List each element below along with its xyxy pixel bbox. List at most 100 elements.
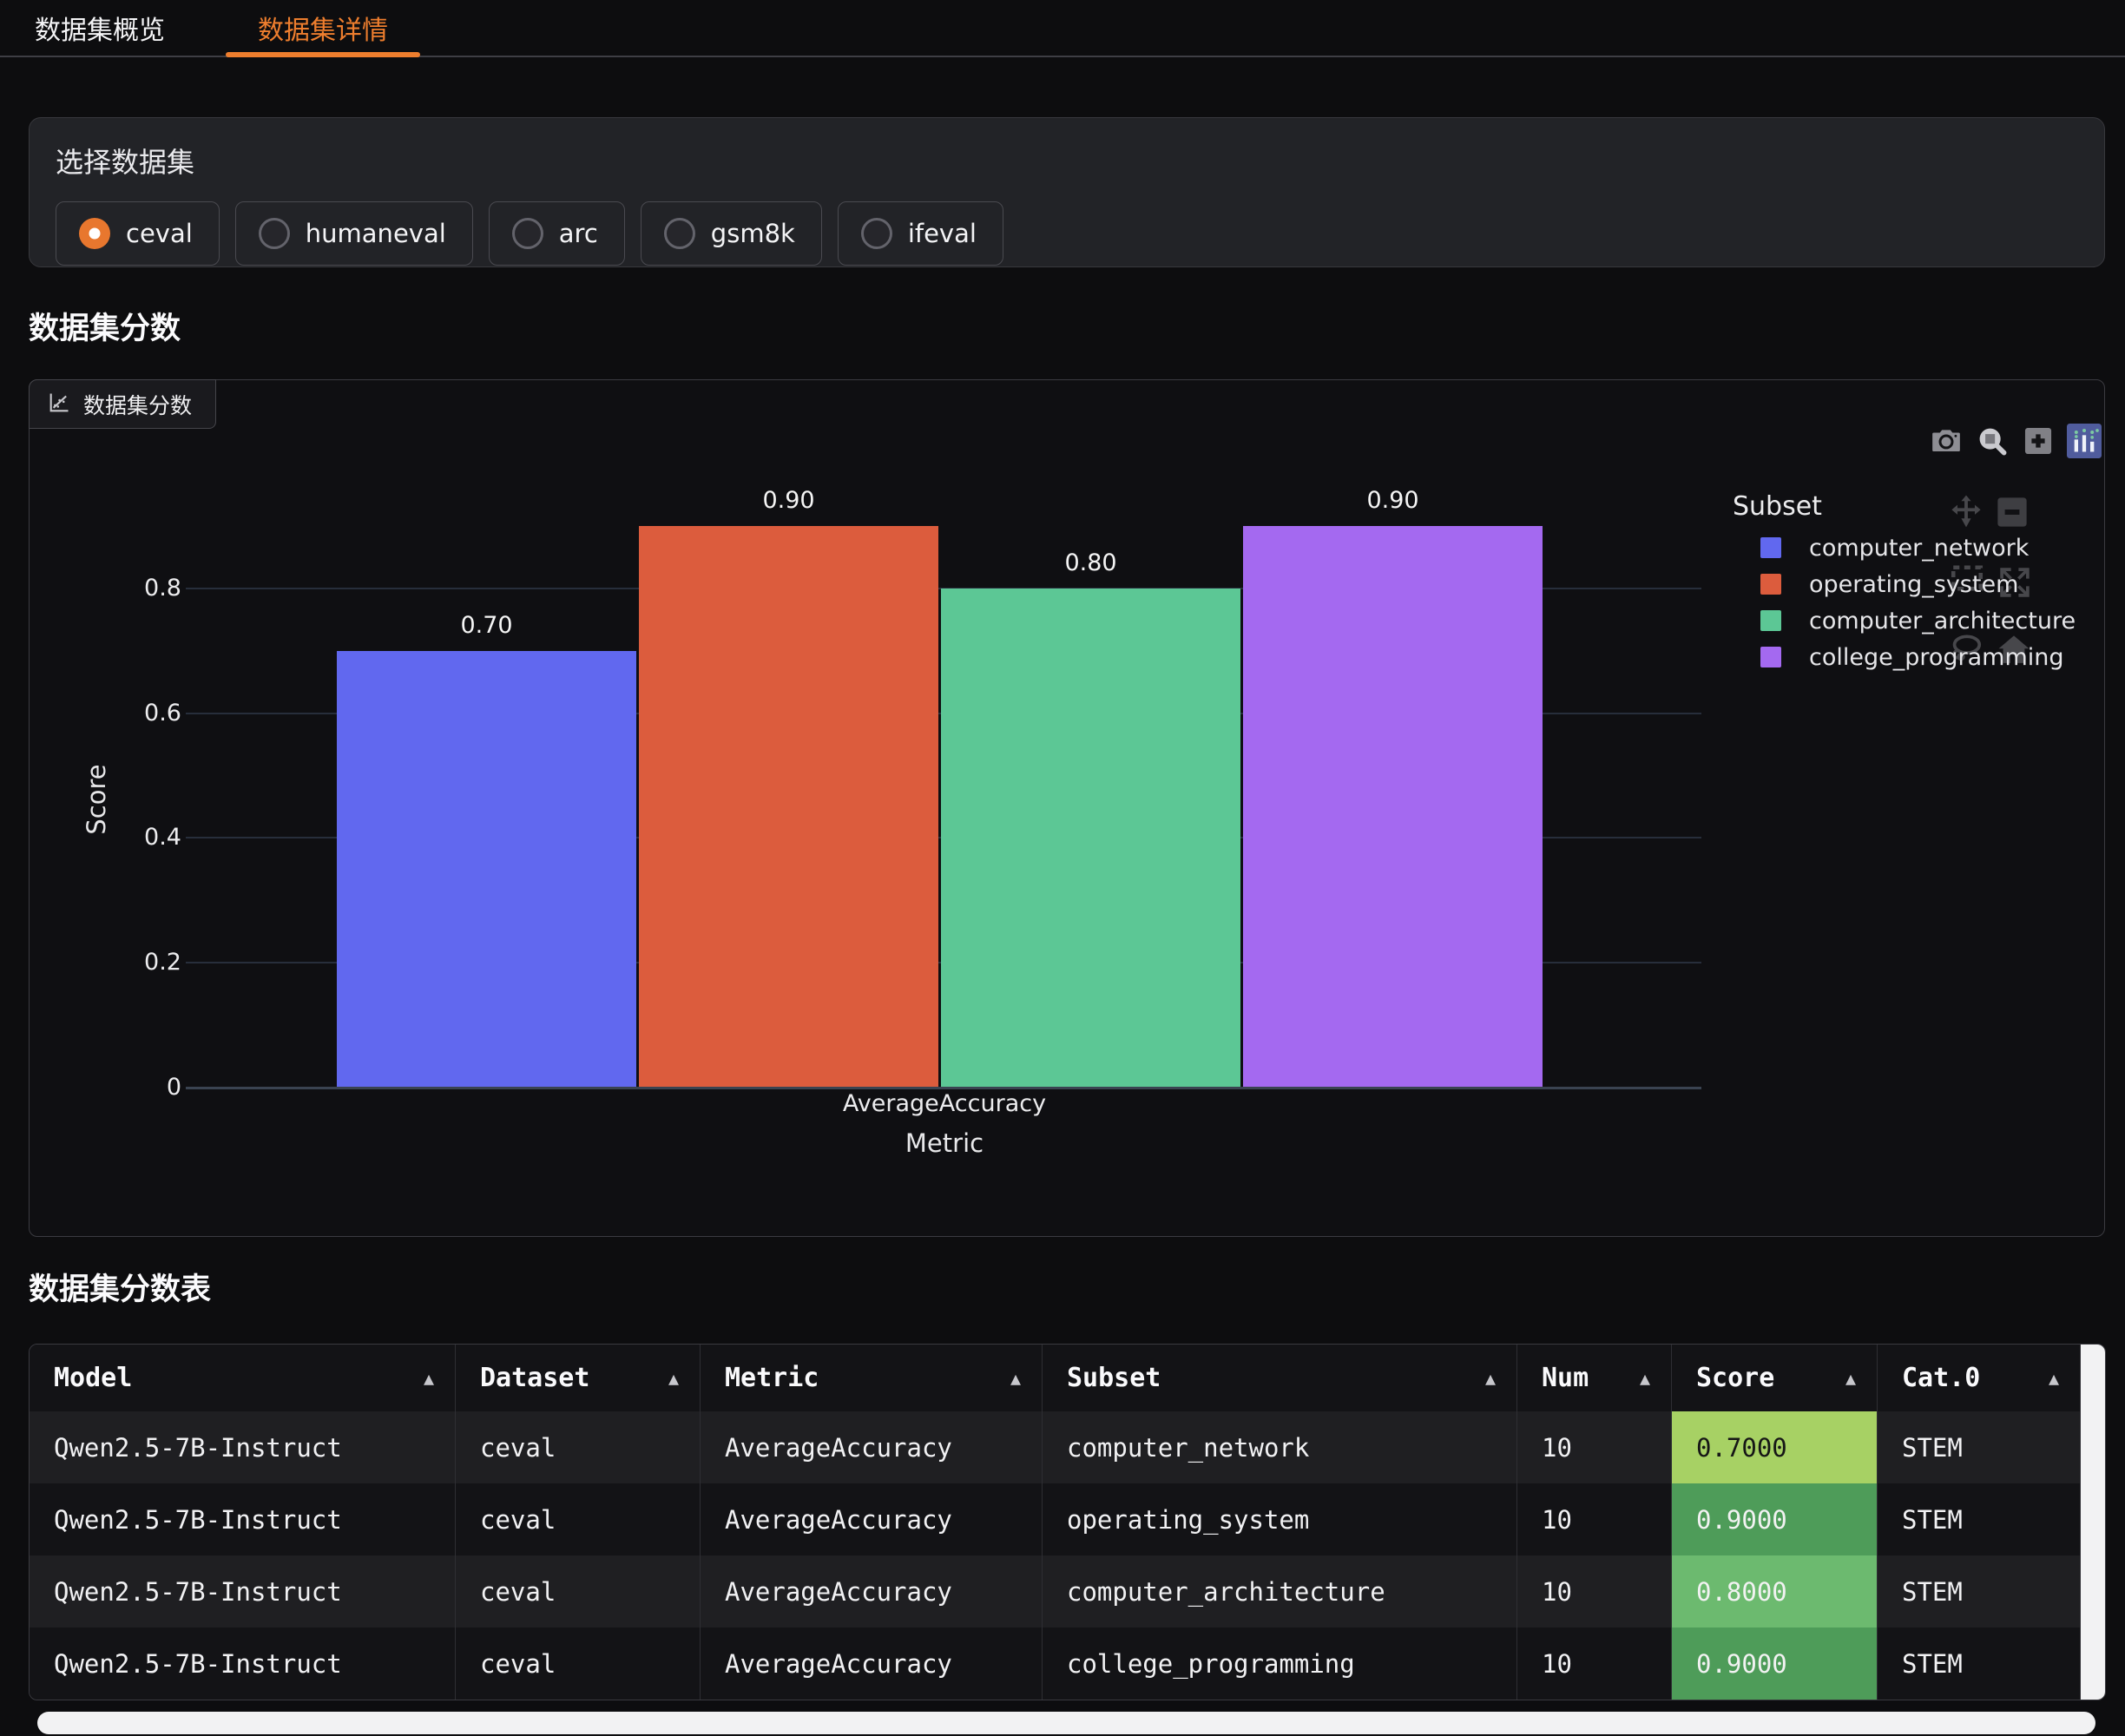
section-title-score-table: 数据集分数表 <box>29 1272 2125 1308</box>
cell-dataset: ceval <box>456 1555 701 1628</box>
column-header-label: Dataset <box>480 1363 589 1393</box>
table-row: Qwen2.5-7B-InstructcevalAverageAccuracyo… <box>30 1483 2105 1555</box>
legend-item-college_programming[interactable]: college_programming <box>1733 647 2106 667</box>
column-header-model[interactable]: Model ▲ <box>30 1345 456 1411</box>
dataset-option-ifeval[interactable]: ifeval <box>838 201 1003 266</box>
bar-computer_network[interactable] <box>337 651 636 1088</box>
legend-item-computer_network[interactable]: computer_network <box>1733 537 2106 558</box>
column-header-dataset[interactable]: Dataset ▲ <box>456 1345 701 1411</box>
plotly-modebar <box>1929 424 2102 458</box>
column-header-subset[interactable]: Subset ▲ <box>1043 1345 1517 1411</box>
cell-cat: STEM <box>1878 1411 2081 1483</box>
cell-subset: computer_architecture <box>1043 1555 1517 1628</box>
column-header-metric[interactable]: Metric ▲ <box>701 1345 1043 1411</box>
cell-subset: computer_network <box>1043 1411 1517 1483</box>
y-axis-tick-label: 0.2 <box>77 948 181 977</box>
table-vertical-scrollbar[interactable] <box>2081 1345 2105 1700</box>
legend-item-label: operating_system <box>1809 571 2018 598</box>
dataset-option-label: humaneval <box>306 219 446 248</box>
column-header-label: Score <box>1696 1363 1774 1393</box>
x-axis-title: Metric <box>814 1128 1075 1158</box>
y-axis-tick-label: 0.6 <box>77 699 181 728</box>
score-table: Model▲Dataset▲Metric▲Subset▲Num▲Score▲Ca… <box>29 1344 2106 1700</box>
cell-score: 0.9000 <box>1672 1483 1878 1555</box>
legend-title: Subset <box>1733 491 2106 522</box>
sort-ascending-icon[interactable]: ▲ <box>1845 1368 1856 1389</box>
column-header-cat-0[interactable]: Cat.0▲ <box>1878 1345 2081 1411</box>
dataset-picker-label: 选择数据集 <box>56 141 2104 181</box>
table-row: Qwen2.5-7B-InstructcevalAverageAccuracyc… <box>30 1555 2105 1628</box>
radio-unselected-icon[interactable] <box>512 218 543 249</box>
table-row: Qwen2.5-7B-InstructcevalAverageAccuracyc… <box>30 1628 2105 1700</box>
column-header-score[interactable]: Score ▲ <box>1672 1345 1878 1411</box>
dataset-option-label: gsm8k <box>711 219 795 248</box>
sort-ascending-icon[interactable]: ▲ <box>1010 1368 1021 1389</box>
x-axis-tick-label: AverageAccuracy <box>814 1090 1075 1117</box>
dataset-option-humaneval[interactable]: humaneval <box>235 201 473 266</box>
bar-value-label: 0.90 <box>639 486 938 516</box>
cell-num: 10 <box>1517 1483 1672 1555</box>
sort-ascending-icon[interactable]: ▲ <box>424 1368 434 1389</box>
cell-score: 0.7000 <box>1672 1411 1878 1483</box>
plotly-logo-icon[interactable] <box>2067 424 2102 458</box>
tab-dataset-detail[interactable]: 数据集详情 <box>226 0 420 56</box>
dataset-option-label: arc <box>559 219 598 248</box>
legend-item-label: computer_architecture <box>1809 608 2076 635</box>
column-header-label: Model <box>54 1363 132 1393</box>
cell-cat: STEM <box>1878 1555 2081 1628</box>
chart-card-tab[interactable]: 数据集分数 <box>29 379 216 429</box>
section-title-dataset-scores: 数据集分数 <box>29 311 2125 347</box>
dataset-option-arc[interactable]: arc <box>489 201 625 266</box>
column-header-num[interactable]: Num▲ <box>1517 1345 1672 1411</box>
legend-item-label: college_programming <box>1809 644 2064 671</box>
dataset-option-ceval[interactable]: ceval <box>56 201 220 266</box>
top-tabbar: 数据集概览 数据集详情 <box>0 0 2125 57</box>
sort-ascending-icon[interactable]: ▲ <box>668 1368 679 1389</box>
bar-operating_system[interactable] <box>639 526 938 1088</box>
cell-num: 10 <box>1517 1555 1672 1628</box>
dataset-option-label: ifeval <box>908 219 977 248</box>
cell-model: Qwen2.5-7B-Instruct <box>30 1628 456 1700</box>
cell-subset: operating_system <box>1043 1483 1517 1555</box>
cell-dataset: ceval <box>456 1483 701 1555</box>
cell-dataset: ceval <box>456 1628 701 1700</box>
legend-item-label: computer_network <box>1809 535 2029 562</box>
legend-swatch-icon <box>1760 610 1781 631</box>
bar-computer_architecture[interactable] <box>941 589 1240 1088</box>
legend-item-computer_architecture[interactable]: computer_architecture <box>1733 610 2106 631</box>
cell-model: Qwen2.5-7B-Instruct <box>30 1411 456 1483</box>
y-axis-tick-label: 0.8 <box>77 574 181 603</box>
cell-model: Qwen2.5-7B-Instruct <box>30 1483 456 1555</box>
camera-icon[interactable] <box>1929 424 1964 458</box>
zoom-in-icon[interactable] <box>2021 424 2056 458</box>
column-header-label: Subset <box>1067 1363 1161 1393</box>
cell-metric: AverageAccuracy <box>701 1411 1043 1483</box>
sort-ascending-icon[interactable]: ▲ <box>2049 1368 2059 1389</box>
radio-selected-icon[interactable] <box>79 218 110 249</box>
bar-value-label: 0.70 <box>337 611 636 641</box>
dataset-picker-options: ceval humaneval arc gsm8k ifeval <box>56 201 2104 266</box>
column-header-label: Metric <box>725 1363 819 1393</box>
chart-card: 数据集分数 Score AverageAccuracy Metric 00.20… <box>29 379 2105 1237</box>
cell-num: 10 <box>1517 1411 1672 1483</box>
radio-unselected-icon[interactable] <box>664 218 695 249</box>
cell-metric: AverageAccuracy <box>701 1483 1043 1555</box>
radio-unselected-icon[interactable] <box>861 218 892 249</box>
tab-dataset-overview[interactable]: 数据集概览 <box>35 0 165 56</box>
table-row: Qwen2.5-7B-InstructcevalAverageAccuracyc… <box>30 1411 2105 1483</box>
bar-college_programming[interactable] <box>1243 526 1543 1088</box>
sort-ascending-icon[interactable]: ▲ <box>1640 1368 1650 1389</box>
cell-num: 10 <box>1517 1628 1672 1700</box>
radio-unselected-icon[interactable] <box>259 218 290 249</box>
legend-item-operating_system[interactable]: operating_system <box>1733 574 2106 595</box>
x-axis-line <box>186 1087 1701 1089</box>
dataset-option-label: ceval <box>126 219 193 248</box>
sort-ascending-icon[interactable]: ▲ <box>1485 1368 1496 1389</box>
table-horizontal-scrollbar[interactable] <box>37 1712 2095 1734</box>
cell-cat: STEM <box>1878 1628 2081 1700</box>
zoom-icon[interactable] <box>1975 424 2010 458</box>
legend-swatch-icon <box>1760 574 1781 595</box>
dataset-option-gsm8k[interactable]: gsm8k <box>641 201 822 266</box>
cell-dataset: ceval <box>456 1411 701 1483</box>
cell-cat: STEM <box>1878 1483 2081 1555</box>
